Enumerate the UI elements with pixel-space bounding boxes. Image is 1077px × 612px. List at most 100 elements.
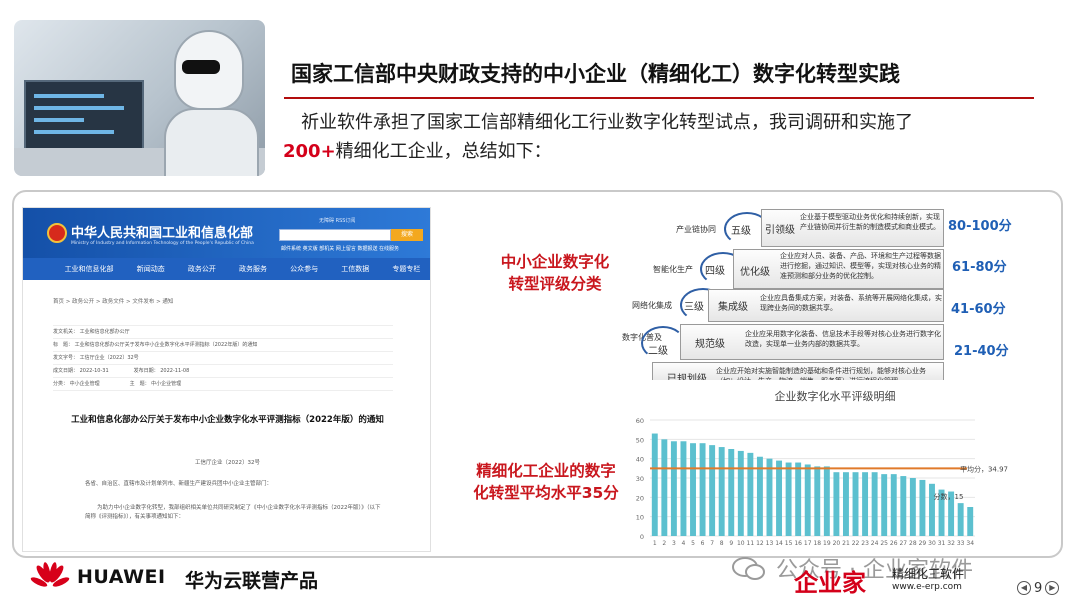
x-tick-label: 1 <box>653 540 657 547</box>
x-tick-label: 21 <box>842 540 850 547</box>
nav-item: 政务公开 <box>187 265 216 273</box>
x-tick-label: 31 <box>938 540 946 547</box>
notice-meta-table: 发文机关： 工业和信息化部办公厅 标 题： 工业和信息化部办公厅关于发布中小企业… <box>53 325 393 391</box>
level-score: 21-40分 <box>954 344 1009 359</box>
chart-bar <box>670 441 677 536</box>
chart-bar <box>795 462 802 536</box>
y-tick-label: 50 <box>636 436 644 444</box>
prev-slide-button[interactable]: ◀ <box>1017 581 1031 595</box>
chart-bar <box>728 449 735 536</box>
chart-bar <box>823 466 830 536</box>
chart-bar <box>909 478 916 536</box>
miit-notice-screenshot: 中华人民共和国工业和信息化部 Ministry of Industry and … <box>22 207 431 552</box>
x-tick-label: 14 <box>775 540 783 547</box>
level-desc: 企业应具备集成方案，对装备、系统等开展网络化集成，实现跨业务间的数据共享。 <box>760 294 942 312</box>
chart-bar <box>881 474 888 536</box>
chart-title: 企业数字化水平评级明细 <box>775 389 896 403</box>
qiyejia-logo: 企业家 <box>794 568 866 597</box>
intro-highlight: 200+ <box>283 141 336 162</box>
y-tick-label: 20 <box>636 494 644 502</box>
x-tick-label: 26 <box>890 540 898 547</box>
intro-text: 祈业软件承担了国家工信部精细化工行业数字化转型试点，我司调研和实施了 <box>301 112 913 133</box>
x-tick-label: 15 <box>785 540 793 547</box>
x-tick-label: 25 <box>880 540 888 547</box>
hero-robot-image <box>14 20 265 176</box>
chart-bar <box>718 447 725 536</box>
chart-bar <box>661 439 668 536</box>
wechat-icon <box>732 557 765 580</box>
next-slide-button[interactable]: ▶ <box>1045 581 1060 595</box>
y-tick-label: 30 <box>636 475 644 483</box>
qiyejia-subtitle: 精细化工软件 <box>892 567 965 581</box>
x-tick-label: 5 <box>691 540 695 547</box>
x-tick-label: 17 <box>804 540 812 547</box>
meta-row: 发文机关： 工业和信息化部办公厅 <box>53 326 393 339</box>
huawei-product-label: 华为云联营产品 <box>185 570 319 592</box>
huawei-logo-icon <box>30 562 70 587</box>
level-name: 引领级 <box>765 225 795 236</box>
huawei-brand: HUAWEI <box>77 566 166 588</box>
chart-bar <box>929 483 935 536</box>
notice-paragraph: 各省、自治区、直辖市及计划单列市、新疆生产建设兵团中小企业主管部门： <box>85 481 273 487</box>
level-score: 41-60分 <box>951 302 1006 317</box>
title-divider <box>284 97 1034 99</box>
national-emblem-icon <box>47 223 67 243</box>
ministry-name-en: Ministry of Industry and Information Tec… <box>71 241 254 246</box>
level-name: 规范级 <box>695 339 725 350</box>
chart-bar <box>862 472 869 536</box>
slide-title: 国家工信部中央财政支持的中小企业（精细化工）数字化转型实践 <box>291 62 900 86</box>
level-side-label: 智能化生产 <box>653 265 693 274</box>
chart-bar <box>737 450 744 536</box>
level-side-label: 产业链协同 <box>676 225 716 234</box>
x-tick-label: 18 <box>813 540 821 547</box>
x-tick-label: 7 <box>710 540 714 547</box>
x-tick-label: 13 <box>766 540 774 547</box>
chart-bar <box>900 476 907 536</box>
level-circle-label: 三级 <box>684 302 704 313</box>
nav-item: 专题专栏 <box>392 265 421 273</box>
x-tick-label: 28 <box>909 540 917 547</box>
x-tick-label: 10 <box>737 540 745 547</box>
chart-bar <box>852 472 859 536</box>
x-tick-label: 11 <box>747 540 755 547</box>
chart-bar <box>699 443 706 536</box>
page-number: 9 <box>1034 580 1043 596</box>
x-tick-label: 6 <box>701 540 705 547</box>
x-tick-label: 34 <box>966 540 974 547</box>
notice-title: 工业和信息化部办公厅关于发布中小企业数字化水平评测指标（2022年版）的通知 <box>71 415 384 425</box>
site-search-button: 搜索 <box>391 229 423 241</box>
meta-row: 成文日期： 2022-10-31 发布日期： 2022-11-08 <box>53 365 393 378</box>
level-circle-label: 二级 <box>648 346 668 357</box>
meta-row: 发文字号： 工信厅企业〔2022〕32号 <box>53 352 393 365</box>
nav-item: 工业和信息化部 <box>64 265 114 273</box>
chart-bar <box>776 460 783 536</box>
sub-links: 邮件系统 英文版 部机关 网上留言 数据报送 在线服务 <box>281 246 400 252</box>
chart-bar <box>890 474 897 536</box>
chart-bar <box>833 472 840 536</box>
nav-item: 工信数据 <box>341 265 370 273</box>
x-tick-label: 3 <box>672 540 676 547</box>
chart-bar <box>804 464 811 536</box>
chart-bar <box>957 503 964 536</box>
meta-row: 标 题： 工业和信息化部办公厅关于发布中小企业数字化水平评测指标（2022年版）… <box>53 339 393 352</box>
level-side-label: 网络化集成 <box>632 301 672 310</box>
chart-bar <box>814 466 821 536</box>
chart-bar <box>680 441 687 536</box>
notice-paragraph: 为助力中小企业数字化转型，我部组织相关单位共同研究制定了《中小企业数字化水平评测… <box>85 505 381 520</box>
top-links: 无障碍 RSS订阅 <box>319 218 356 224</box>
chart-bar <box>785 462 792 536</box>
x-tick-label: 12 <box>756 540 764 547</box>
chart-bar <box>709 445 716 536</box>
x-tick-label: 16 <box>794 540 802 547</box>
level-score: 80-100分 <box>948 219 1012 234</box>
x-tick-label: 2 <box>662 540 666 547</box>
level-name: 集成级 <box>718 302 748 313</box>
level-circle-label: 四级 <box>705 266 725 277</box>
digital-level-bar-chart: 企业数字化水平评级明细 0102030405060 1 2 3 4 5 6 7 8 9 10 11 1… <box>625 380 1010 550</box>
level-desc: 企业基于模型驱动业务优化和持续创新，实现产业链协同并衍生新的制造模式和商业模式。 <box>800 213 940 231</box>
notice-number: 工信厅企业〔2022〕32号 <box>195 460 260 466</box>
intro-tail: 精细化工企业，总结如下： <box>335 141 552 162</box>
x-tick-label: 19 <box>823 540 831 547</box>
y-tick-label: 0 <box>640 533 644 541</box>
average-level-label: 精细化工企业的数字 化转型平均水平35分 <box>473 462 619 502</box>
